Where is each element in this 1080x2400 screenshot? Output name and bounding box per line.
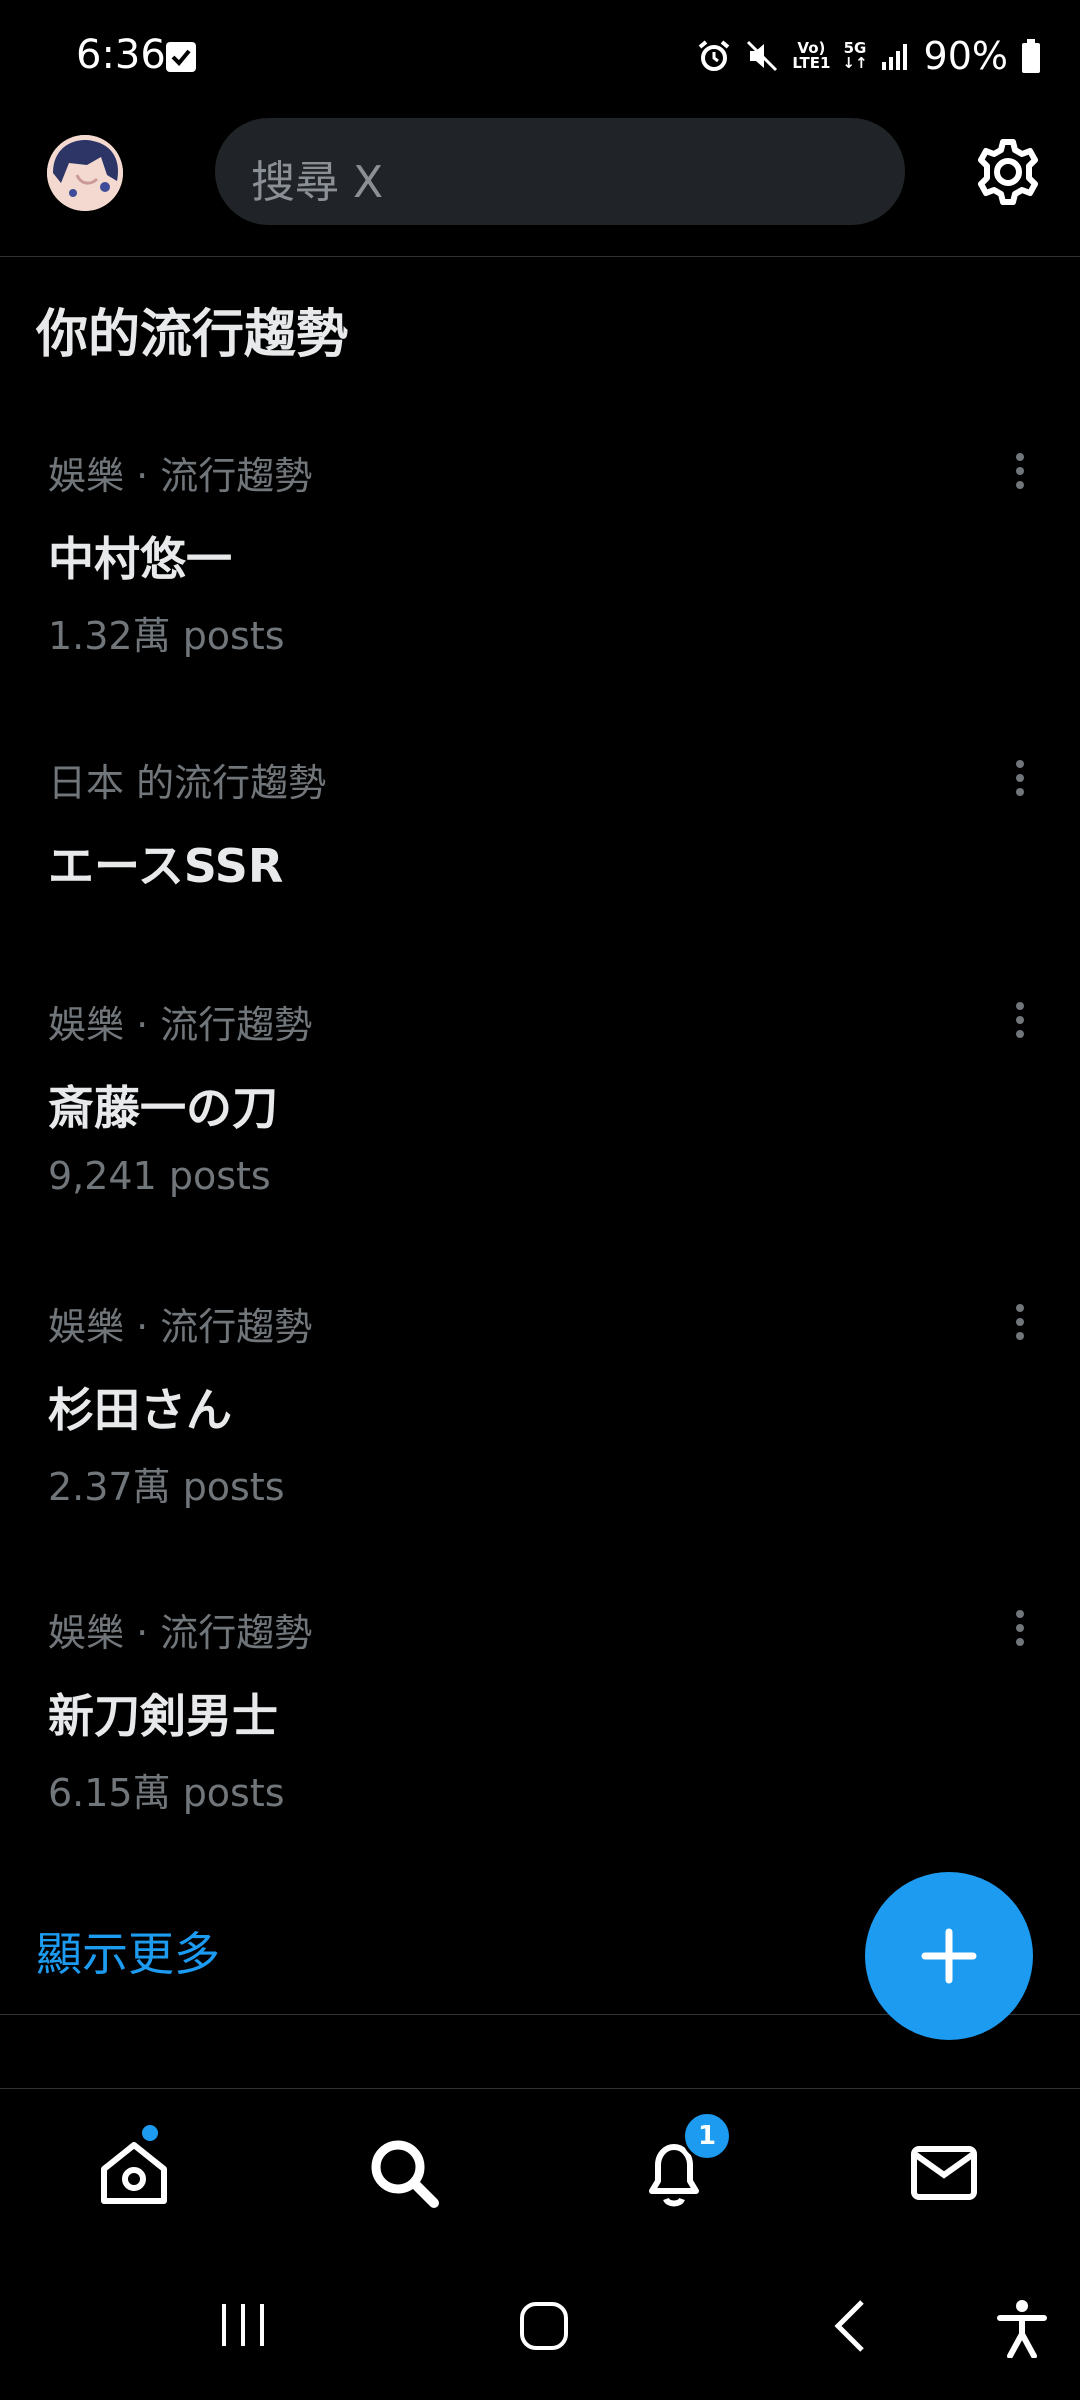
avatar[interactable] [47,135,123,211]
5g-indicator: 5G ↓↑ [842,39,868,72]
trend-meta: 日本 的流行趨勢 [48,761,327,805]
trend-meta: 娛樂 · 流行趨勢 [48,1305,313,1349]
nav-search[interactable] [364,2133,444,2213]
mute-icon [747,40,778,72]
notifications-badge: 1 [682,2111,732,2161]
settings-button[interactable] [972,136,1044,208]
trend-item[interactable]: 娛樂 · 流行趨勢 新刀剣男士 6.15萬 posts [0,1602,1080,1832]
accessibility-button[interactable] [994,2298,1050,2362]
more-icon[interactable] [996,1298,1044,1346]
check-icon [166,42,196,72]
section-title: 你的流行趨勢 [36,305,349,365]
trend-item[interactable]: 娛樂 · 流行趨勢 斎藤一の刀 9,241 posts [0,994,1080,1224]
trend-item[interactable]: 娛樂 · 流行趨勢 杉田さん 2.37萬 posts [0,1296,1080,1526]
search-input[interactable]: 搜尋 X [215,118,905,225]
home-system-button[interactable] [518,2300,570,2356]
gear-icon [978,139,1038,205]
compose-button[interactable] [865,1872,1033,2040]
search-placeholder: 搜尋 X [251,157,384,208]
header: 搜尋 X [0,118,1080,257]
trend-name: 斎藤一の刀 [48,1081,278,1135]
trend-name: エースSSR [48,839,284,893]
signal-icon [881,44,907,70]
home-notification-dot [142,2125,158,2141]
more-icon[interactable] [996,447,1044,495]
trend-count: 6.15萬 posts [48,1771,285,1815]
more-icon[interactable] [996,996,1044,1044]
back-icon [834,2300,864,2352]
trend-item[interactable]: 娛樂 · 流行趨勢 中村悠一 1.32萬 posts [0,445,1080,675]
more-icon[interactable] [996,1604,1044,1652]
mail-icon [911,2146,977,2200]
trend-count: 2.37萬 posts [48,1465,285,1509]
recents-button[interactable] [218,2300,268,2354]
system-nav-bar [0,2254,1080,2400]
trend-name: 新刀剣男士 [48,1689,278,1743]
trend-meta: 娛樂 · 流行趨勢 [48,1611,313,1655]
volte-indicator: Vo) LTE1 [792,39,831,72]
trend-name: 中村悠一 [48,532,232,586]
trend-count: 1.32萬 posts [48,614,285,658]
trend-item[interactable]: 日本 的流行趨勢 エースSSR [0,752,1080,912]
bottom-nav: 1 [0,2088,1080,2255]
alarm-icon [699,40,730,71]
nav-notifications[interactable]: 1 [634,2111,732,2213]
search-icon [371,2140,439,2208]
more-icon[interactable] [996,754,1044,802]
trend-name: 杉田さん [48,1383,232,1437]
nav-home[interactable] [94,2125,174,2213]
show-more-link[interactable]: 顯示更多 [36,1918,220,1984]
trend-meta: 娛樂 · 流行趨勢 [48,1003,313,1047]
accessibility-icon [997,2300,1047,2359]
nav-messages[interactable] [904,2133,984,2213]
battery-icon [1022,39,1040,73]
home-icon [101,2142,167,2204]
battery-percent: 90% [923,34,1008,78]
back-button[interactable] [828,2298,872,2358]
plus-icon [921,1928,977,1984]
status-time: 6:36 [76,32,166,78]
status-icons: Vo) LTE1 5G ↓↑ 90% [696,34,1042,78]
trend-count: 9,241 posts [48,1154,271,1198]
recents-icon [222,2304,264,2346]
home-circle-icon [520,2302,568,2350]
trend-meta: 娛樂 · 流行趨勢 [48,454,313,498]
status-bar: 6:36 Vo) LTE1 5G ↓↑ 90% [0,0,1080,118]
